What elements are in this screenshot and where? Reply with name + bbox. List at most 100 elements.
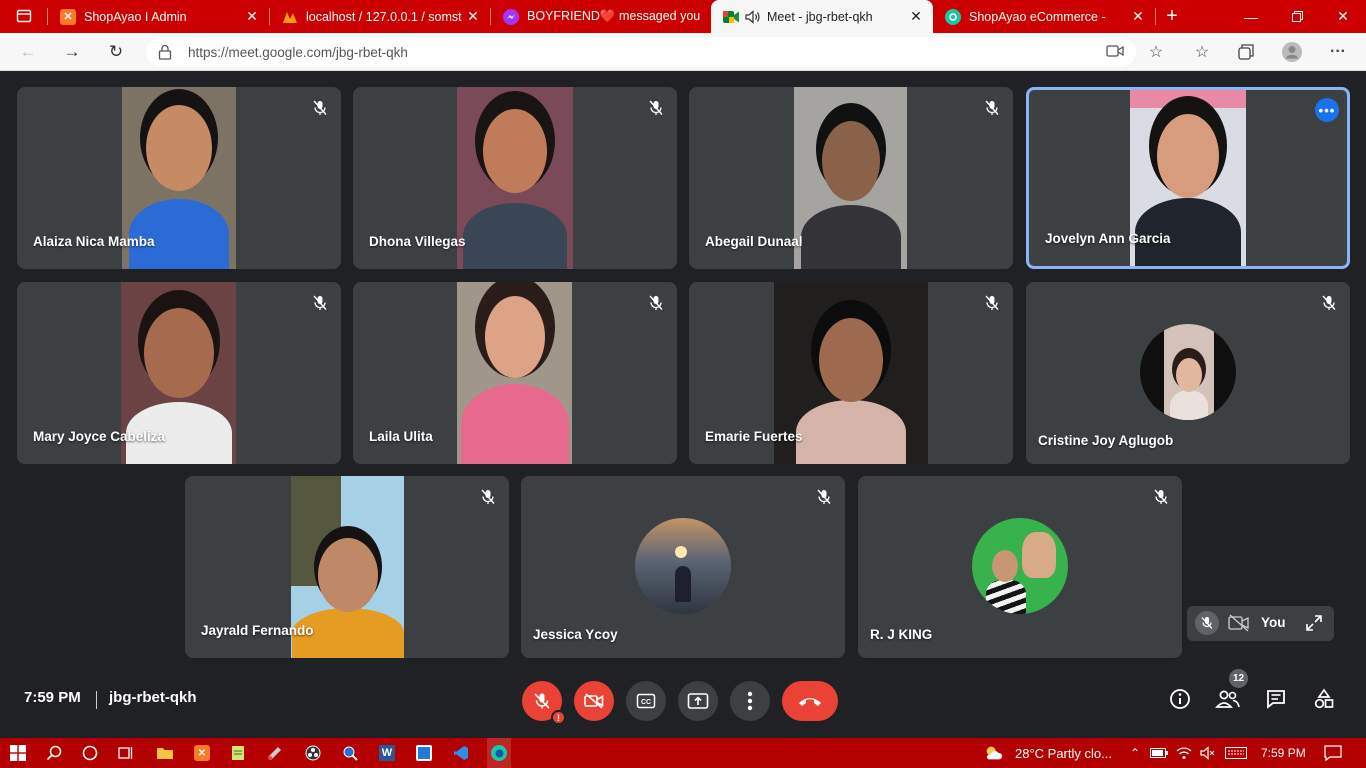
participant-tile[interactable]: Laila Ulita xyxy=(353,282,677,464)
keyboard-icon[interactable] xyxy=(1224,743,1248,763)
mic-off-icon xyxy=(1150,486,1172,508)
mic-off-icon xyxy=(534,693,550,709)
more-options-button[interactable] xyxy=(730,681,770,721)
captions-button[interactable]: CC xyxy=(626,681,666,721)
meeting-code: jbg-rbet-qkh xyxy=(109,689,197,706)
participant-name: Jessica Ycoy xyxy=(533,627,618,642)
new-tab-icon[interactable]: + xyxy=(1162,5,1182,27)
tab-close-icon[interactable]: ✕ xyxy=(1127,8,1149,25)
address-field[interactable]: https://meet.google.com/jbg-rbet-qkh xyxy=(146,37,1136,67)
tab-close-icon[interactable]: ✕ xyxy=(462,8,484,25)
weather-icon[interactable] xyxy=(983,743,1003,763)
back-icon[interactable]: ← xyxy=(16,40,40,64)
activities-button[interactable] xyxy=(1311,686,1337,712)
tab-phpmyadmin[interactable]: localhost / 127.0.0.1 / somstore ✕ xyxy=(270,0,490,33)
magnifier-app-icon[interactable] xyxy=(340,743,360,763)
task-view-icon[interactable] xyxy=(116,743,136,763)
camera-in-use-icon[interactable] xyxy=(1106,44,1124,63)
participant-tile[interactable]: Emarie Fuertes xyxy=(689,282,1013,464)
minimize-icon[interactable]: ― xyxy=(1228,0,1274,33)
camera-off-icon xyxy=(584,693,604,709)
participant-tile[interactable]: Jayrald Fernando xyxy=(185,476,509,658)
tab-shopayao-ecommerce[interactable]: ShopAyao eCommerce - ✕ xyxy=(933,0,1155,33)
participant-tile[interactable]: Cristine Joy Aglugob xyxy=(1026,282,1350,464)
notifications-icon[interactable] xyxy=(1323,743,1343,763)
collections-icon[interactable] xyxy=(1234,40,1258,64)
activities-shapes-icon xyxy=(1314,688,1334,709)
mic-off-icon xyxy=(981,97,1003,119)
volume-muted-icon[interactable] xyxy=(1198,743,1218,763)
self-view-pill[interactable]: You xyxy=(1187,606,1334,641)
cortana-icon[interactable] xyxy=(80,743,100,763)
mic-off-icon xyxy=(813,486,835,508)
participant-name: Jayrald Fernando xyxy=(201,623,314,638)
expand-icon[interactable] xyxy=(1305,614,1323,637)
tab-messenger[interactable]: BOYFRIEND❤️ messaged you xyxy=(491,0,711,33)
word-icon[interactable]: W xyxy=(377,743,397,763)
camera-toggle-button[interactable] xyxy=(574,681,614,721)
file-explorer-icon[interactable] xyxy=(155,743,175,763)
chevron-up-icon[interactable]: ⌃ xyxy=(1125,743,1145,763)
meet-stage: Alaiza Nica Mamba Dhona Villegas Abegail… xyxy=(0,71,1366,738)
phone-hangup-icon xyxy=(799,698,821,706)
mic-off-icon xyxy=(645,292,667,314)
participant-avatar xyxy=(635,518,731,614)
lock-icon[interactable] xyxy=(158,44,172,65)
participant-tile-active[interactable]: ••• Jovelyn Ann Garcia xyxy=(1026,87,1350,269)
vscode-icon[interactable] xyxy=(451,743,471,763)
obs-icon[interactable] xyxy=(303,743,323,763)
teams-app-icon[interactable] xyxy=(414,743,434,763)
mic-off-icon xyxy=(1318,292,1340,314)
participant-name: Laila Ulita xyxy=(369,429,433,444)
tab-actions-icon[interactable] xyxy=(14,6,34,26)
forward-icon[interactable]: → xyxy=(60,40,84,64)
people-icon xyxy=(1215,690,1240,708)
participant-tile[interactable]: Alaiza Nica Mamba xyxy=(17,87,341,269)
participant-video xyxy=(457,282,572,464)
tab-close-icon[interactable]: ✕ xyxy=(905,8,927,25)
paint-icon[interactable] xyxy=(265,743,285,763)
notepad-icon[interactable] xyxy=(228,743,248,763)
more-vertical-icon xyxy=(747,691,753,711)
refresh-icon[interactable]: ↻ xyxy=(104,40,128,64)
participant-tile[interactable]: Jessica Ycoy xyxy=(521,476,845,658)
taskbar-clock: 7:59 PM xyxy=(1261,746,1306,760)
microphone-toggle-button[interactable]: ! xyxy=(522,681,566,725)
tab-google-meet[interactable]: Meet - jbg-rbet-qkh ✕ xyxy=(711,0,933,33)
search-icon[interactable] xyxy=(44,743,64,763)
edge-icon xyxy=(945,8,961,25)
more-options-icon[interactable]: ••• xyxy=(1315,98,1339,122)
tab-shopayao-admin[interactable]: ✕ ShopAyao I Admin ✕ xyxy=(48,0,269,33)
end-call-button[interactable] xyxy=(782,681,838,721)
participant-tile[interactable]: Abegail Dunaal xyxy=(689,87,1013,269)
chat-button[interactable] xyxy=(1263,686,1289,712)
edge-icon[interactable] xyxy=(487,738,511,768)
mic-off-icon xyxy=(981,292,1003,314)
battery-icon[interactable] xyxy=(1149,743,1169,763)
restore-icon[interactable] xyxy=(1274,0,1320,33)
windows-start-icon[interactable] xyxy=(8,743,28,763)
participant-tile[interactable]: Mary Joyce Cabeliza xyxy=(17,282,341,464)
wifi-icon[interactable] xyxy=(1174,743,1194,763)
add-favorite-icon[interactable]: ☆ xyxy=(1144,40,1168,64)
present-screen-button[interactable] xyxy=(678,681,718,721)
participant-tile[interactable]: R. J KING xyxy=(858,476,1182,658)
profile-avatar-icon[interactable] xyxy=(1280,40,1304,64)
participant-tile[interactable]: Dhona Villegas xyxy=(353,87,677,269)
participants-button[interactable] xyxy=(1215,686,1241,712)
participant-name: R. J KING xyxy=(870,627,933,642)
participant-video xyxy=(794,87,907,269)
participant-avatar xyxy=(972,518,1068,614)
browser-tab-bar: ✕ ShopAyao I Admin ✕ localhost / 127.0.0… xyxy=(0,0,1366,33)
settings-more-icon[interactable]: ··· xyxy=(1326,40,1350,64)
mic-off-icon xyxy=(309,292,331,314)
close-window-icon[interactable]: ✕ xyxy=(1320,0,1366,33)
participant-name: Emarie Fuertes xyxy=(705,429,803,444)
meeting-details-button[interactable] xyxy=(1167,686,1193,712)
xampp-icon[interactable]: ✕ xyxy=(192,743,212,763)
favorites-icon[interactable]: ☆ xyxy=(1190,40,1214,64)
tab-close-icon[interactable]: ✕ xyxy=(241,8,263,25)
participant-name: Alaiza Nica Mamba xyxy=(33,234,155,249)
self-label: You xyxy=(1261,615,1286,630)
speaker-icon[interactable] xyxy=(745,9,761,25)
